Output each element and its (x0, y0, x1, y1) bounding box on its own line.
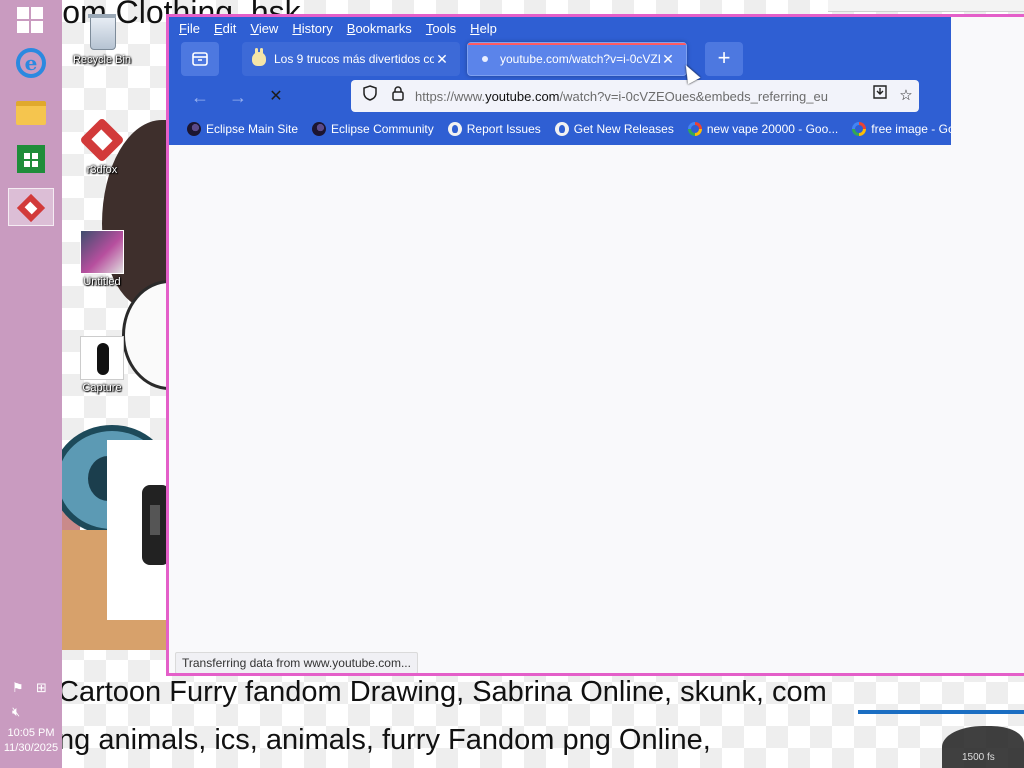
tab-title: Los 9 trucos más divertidos con (274, 52, 434, 66)
desktop-icon-untitled[interactable]: Untitled (61, 230, 143, 288)
url-text[interactable]: https://www.youtube.com/watch?v=i-0cVZEO… (415, 89, 867, 104)
url-prefix: https://www. (415, 88, 486, 104)
status-bar: Transferring data from www.youtube.com..… (175, 652, 418, 673)
new-tab-button[interactable]: + (705, 42, 743, 76)
bookmark-label: Get New Releases (573, 122, 674, 136)
menu-view[interactable]: View (250, 21, 278, 36)
save-to-pocket-icon[interactable] (867, 83, 893, 109)
tab-youtube-active[interactable]: youtube.com/watch?v=i-0cVZE ✕ (467, 42, 687, 76)
bookmark-free-image[interactable]: free image - Google S... (852, 122, 951, 136)
menu-file[interactable]: File (179, 21, 200, 36)
desktop-icon-label: Recycle Bin (72, 54, 132, 66)
taskbar-clock[interactable]: 10:05 PM 11/30/2025 (0, 726, 62, 756)
tab-bar: Los 9 trucos más divertidos con ✕ youtub… (169, 39, 951, 79)
browser-toolbar-area: File Edit View History Bookmarks Tools H… (169, 17, 951, 145)
menu-help[interactable]: Help (470, 21, 497, 36)
folder-icon (16, 101, 46, 125)
desktop-icon-label: Capture (82, 382, 122, 394)
desktop-icon-r3dfox[interactable]: r3dfox (61, 118, 143, 176)
menu-bar: File Edit View History Bookmarks Tools H… (179, 18, 497, 38)
github-icon (554, 122, 569, 136)
menu-tools[interactable]: Tools (426, 21, 456, 36)
eclipse-icon (312, 122, 327, 136)
arrow-left-icon: ← (191, 87, 209, 107)
menu-edit[interactable]: Edit (214, 21, 236, 36)
wallpaper-caption-line1: Cartoon Furry fandom Drawing, Sabrina On… (62, 676, 827, 708)
menu-history[interactable]: History (292, 21, 332, 36)
r3dfox-icon (16, 193, 46, 223)
clock-time: 10:05 PM (7, 727, 55, 739)
tab-los-9-trucos[interactable]: Los 9 trucos más divertidos con ✕ (242, 42, 460, 76)
url-path: /watch?v=i-0cVZEOues&embeds_referring_eu (559, 88, 828, 104)
bookmark-report-issues[interactable]: Report Issues (447, 122, 541, 136)
bookmark-label: new vape 20000 - Goo... (706, 122, 839, 136)
url-domain: youtube.com (485, 88, 560, 104)
bookmark-label: Report Issues (466, 122, 541, 136)
rabbit-favicon-icon (252, 48, 266, 66)
store-icon (17, 145, 45, 173)
wallpaper-stripe (858, 710, 1024, 714)
bookmark-label: Eclipse Community (331, 122, 434, 136)
eclipse-icon (187, 122, 201, 136)
recycle-bin-icon (80, 8, 124, 52)
start-button[interactable] (14, 6, 46, 34)
bookmark-new-vape[interactable]: new vape 20000 - Goo... (687, 122, 839, 136)
tab-title: youtube.com/watch?v=i-0cVZE (500, 52, 660, 66)
action-center-flag-icon[interactable]: ⚑ (12, 680, 24, 696)
address-bar[interactable]: https://www.youtube.com/watch?v=i-0cVZEO… (351, 80, 919, 112)
wallpaper-caption-line2: ng animals, ics, animals, furry Fandom p… (62, 724, 711, 756)
tab-list-icon (192, 52, 208, 66)
desktop-icon-label: r3dfox (86, 164, 118, 176)
bookmark-eclipse-main-site[interactable]: Eclipse Main Site (187, 122, 298, 136)
navigation-bar: ← → ✕ https://www.youtube.com/watch?v=i-… (169, 79, 951, 115)
desktop-icon-label: Untitled (83, 276, 121, 288)
desktop-icon-recycle-bin[interactable]: Recycle Bin (61, 8, 143, 66)
wallpaper-watermark-text: 1500 fs (962, 752, 995, 763)
taskbar-app-r3dfox[interactable] (8, 188, 54, 226)
tab-close-icon[interactable]: ✕ (660, 51, 676, 68)
tracking-protection-shield-icon[interactable] (359, 85, 381, 107)
network-icon[interactable]: ⊞ (36, 680, 47, 696)
background-window-edge (828, 0, 1024, 12)
tab-list-button[interactable] (181, 42, 219, 76)
image-file-icon (80, 336, 124, 380)
google-icon (687, 122, 702, 136)
taskbar-app-file-explorer[interactable] (8, 94, 54, 132)
google-icon (852, 122, 867, 136)
taskbar-app-store[interactable] (8, 140, 54, 178)
bookmark-star-icon[interactable]: ☆ (893, 83, 919, 109)
windows-logo-icon (17, 7, 43, 33)
menu-bookmarks[interactable]: Bookmarks (347, 21, 412, 36)
forward-button[interactable]: → (224, 83, 252, 111)
bookmarks-toolbar: Eclipse Main Site Eclipse Community Repo… (169, 115, 951, 143)
bookmark-label: Eclipse Main Site (206, 122, 299, 136)
desktop-icon-capture[interactable]: Capture (61, 336, 143, 394)
loading-dot-icon (482, 56, 488, 62)
taskbar-app-internet-explorer[interactable]: e (8, 44, 54, 82)
arrow-right-icon: → (229, 87, 247, 107)
internet-explorer-icon: e (16, 48, 46, 78)
browser-window: File Edit View History Bookmarks Tools H… (166, 14, 1024, 676)
stop-loading-button[interactable]: ✕ (262, 83, 290, 111)
taskbar: e ⚑ ⊞ 🔇︎ 10:05 PM 11/30/2025 (0, 0, 62, 768)
page-content-area[interactable] (169, 145, 1024, 673)
bookmark-eclipse-community[interactable]: Eclipse Community (312, 122, 434, 136)
plus-icon: + (717, 45, 731, 70)
back-button[interactable]: ← (186, 83, 214, 111)
lock-icon[interactable] (387, 85, 409, 107)
tab-close-icon[interactable]: ✕ (434, 51, 450, 68)
r3dfox-icon (80, 118, 124, 162)
volume-muted-icon[interactable]: 🔇︎ (12, 704, 20, 720)
bookmark-get-new-releases[interactable]: Get New Releases (554, 122, 674, 136)
github-icon (447, 122, 462, 136)
clock-date: 11/30/2025 (3, 742, 59, 754)
close-icon: ✕ (269, 88, 283, 105)
bookmark-label: free image - Google S... (871, 122, 951, 136)
image-file-icon (80, 230, 124, 274)
